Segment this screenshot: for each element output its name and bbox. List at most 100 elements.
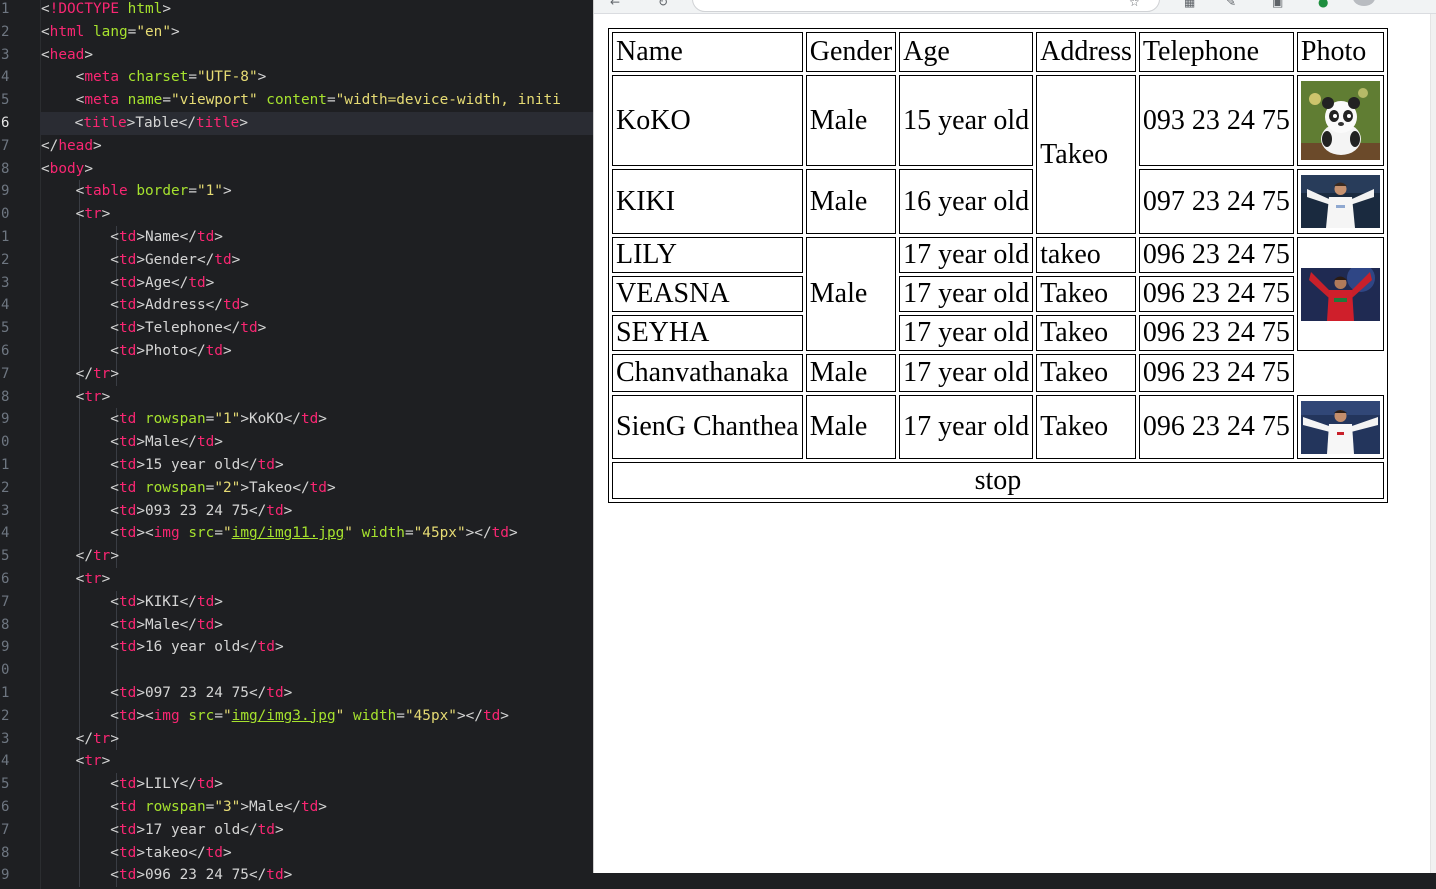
code-line[interactable]: <td>LILY</td> [41, 773, 223, 796]
code-token: > [136, 434, 145, 451]
code-line[interactable]: <tr> [41, 386, 111, 409]
code-token: = [188, 183, 197, 200]
code-token: > [283, 685, 293, 701]
pen-icon[interactable]: ✎ [1226, 0, 1240, 8]
header-telephone: Telephone [1138, 32, 1294, 72]
code-line[interactable]: <td>takeo</td> [41, 842, 232, 865]
code-token: < [41, 92, 85, 109]
bookmark-star-icon[interactable]: ☆ [1129, 0, 1143, 8]
code-line[interactable]: <td>Photo</td> [41, 340, 231, 363]
line-number: 5 [1, 92, 10, 109]
code-token: 15 year old [144, 457, 241, 473]
code-token: border [136, 183, 189, 200]
profile-avatar-icon[interactable] [1353, 0, 1375, 6]
cell-name: KIKI [612, 169, 803, 234]
code-line[interactable]: <td>Male</td> [41, 431, 223, 454]
code-line[interactable]: <td>16 year old</td> [41, 636, 283, 659]
code-token: td [257, 457, 275, 473]
code-line[interactable]: </tr> [41, 728, 119, 751]
code-line[interactable]: <td><img src="img/img3.jpg" width="45px"… [41, 705, 509, 728]
code-line[interactable]: <meta name="viewport" content="width=dev… [41, 89, 561, 112]
code-line[interactable]: <td>093 23 24 75</td> [41, 500, 292, 523]
code-token: < [41, 434, 119, 451]
code-line[interactable]: <tr> [41, 568, 111, 591]
code-token: < [41, 479, 119, 496]
cell-address: Takeo [1036, 354, 1136, 392]
table-row: Chanvathanaka Male 17 year old Takeo 096… [612, 354, 1384, 392]
cell-age: 16 year old [899, 169, 1034, 234]
code-token: < [41, 593, 119, 610]
code-line[interactable]: <td><img src="img/img11.jpg" width="45px… [41, 522, 517, 545]
code-token: > [326, 479, 336, 496]
code-line[interactable]: <title>Table</title> [40, 112, 593, 135]
code-line[interactable]: <!DOCTYPE html> [41, 0, 171, 21]
code-line[interactable]: </tr> [41, 363, 119, 386]
code-token: > [101, 206, 111, 223]
code-area[interactable]: <!DOCTYPE html> <html lang="en"> <head> <m… [40, 0, 593, 889]
code-editor[interactable]: 123456789012345678901234567890123456789 … [0, 0, 593, 889]
code-line[interactable]: <td>17 year old</td> [41, 819, 283, 842]
code-token: img [153, 525, 180, 542]
line-number: 5 [1, 776, 10, 793]
code-token: > [240, 297, 249, 314]
code-token: td [482, 707, 501, 724]
code-line[interactable]: <tr> [41, 750, 111, 773]
code-token: " [344, 525, 353, 542]
code-token: > [136, 616, 145, 633]
back-arrow-icon[interactable]: ← [610, 0, 624, 8]
code-line[interactable]: <td>097 23 24 75</td> [41, 682, 292, 705]
code-token: width [361, 525, 405, 542]
line-number: 9 [1, 867, 10, 884]
code-line[interactable]: <td>15 year old</td> [41, 454, 283, 477]
code-line[interactable]: <td>Address</td> [41, 294, 249, 317]
code-line[interactable]: <td>KIKI</td> [41, 591, 223, 614]
code-token: td [257, 639, 275, 656]
line-number: 6 [1, 799, 10, 815]
code-token: > [92, 137, 102, 154]
code-token: < [41, 639, 119, 656]
table-row: KoKO Male 15 year old Takeo 093 23 24 75 [612, 75, 1384, 234]
code-line[interactable]: <td>Name</td> [41, 226, 223, 249]
code-token: rowspan [144, 479, 206, 496]
code-line[interactable]: <td rowspan="2">Takeo</td> [41, 477, 336, 500]
cell-photo [1296, 395, 1384, 459]
extensions-icon[interactable]: ▦ [1184, 0, 1198, 8]
line-number: 0 [1, 662, 10, 679]
code-line[interactable]: </tr> [41, 545, 119, 568]
shield-icon[interactable]: ● [1318, 0, 1332, 8]
code-line[interactable]: <td rowspan="3">Male</td> [41, 796, 327, 819]
code-token: = [205, 799, 215, 815]
code-token: > [222, 844, 232, 861]
code-line[interactable]: <meta charset="UTF-8"> [41, 66, 267, 89]
code-line[interactable]: <html lang="en"> [41, 21, 180, 44]
code-line[interactable]: </head> [41, 135, 102, 158]
address-bar[interactable] [692, 0, 1160, 12]
code-line[interactable]: <td rowspan="1">KoKO</td> [41, 408, 327, 431]
code-token: </ [41, 548, 93, 565]
code-token: </ [179, 616, 197, 633]
code-line[interactable]: <td>Male</td> [41, 614, 223, 637]
code-token: takeo [144, 844, 189, 861]
code-token: < [41, 457, 119, 473]
code-token: < [41, 251, 119, 268]
code-token: rowspan [144, 799, 206, 815]
code-token: < [41, 867, 119, 884]
line-number: 1 [1, 685, 10, 701]
code-line[interactable]: <body> [41, 158, 93, 181]
code-line[interactable]: <head> [41, 44, 93, 67]
code-line[interactable]: <table border="1"> [41, 180, 232, 203]
code-line[interactable]: <td>Telephone</td> [41, 317, 266, 340]
code-token: < [40, 115, 84, 131]
page-scrollbar[interactable] [1430, 14, 1436, 873]
code-token: = [326, 92, 336, 109]
code-line[interactable]: <td>Age</td> [41, 272, 214, 295]
code-line[interactable]: <tr> [41, 203, 111, 226]
reload-icon[interactable]: ↻ [658, 0, 672, 8]
code-token: = [188, 69, 197, 86]
code-line[interactable]: <td>096 23 24 75</td> [41, 864, 292, 887]
code-line[interactable]: <td>Gender</td> [41, 249, 240, 272]
share-icon[interactable]: ▣ [1272, 0, 1286, 8]
code-token: </ [292, 479, 310, 496]
code-token: td [196, 616, 215, 633]
cell-telephone: 096 23 24 75 [1138, 354, 1294, 392]
